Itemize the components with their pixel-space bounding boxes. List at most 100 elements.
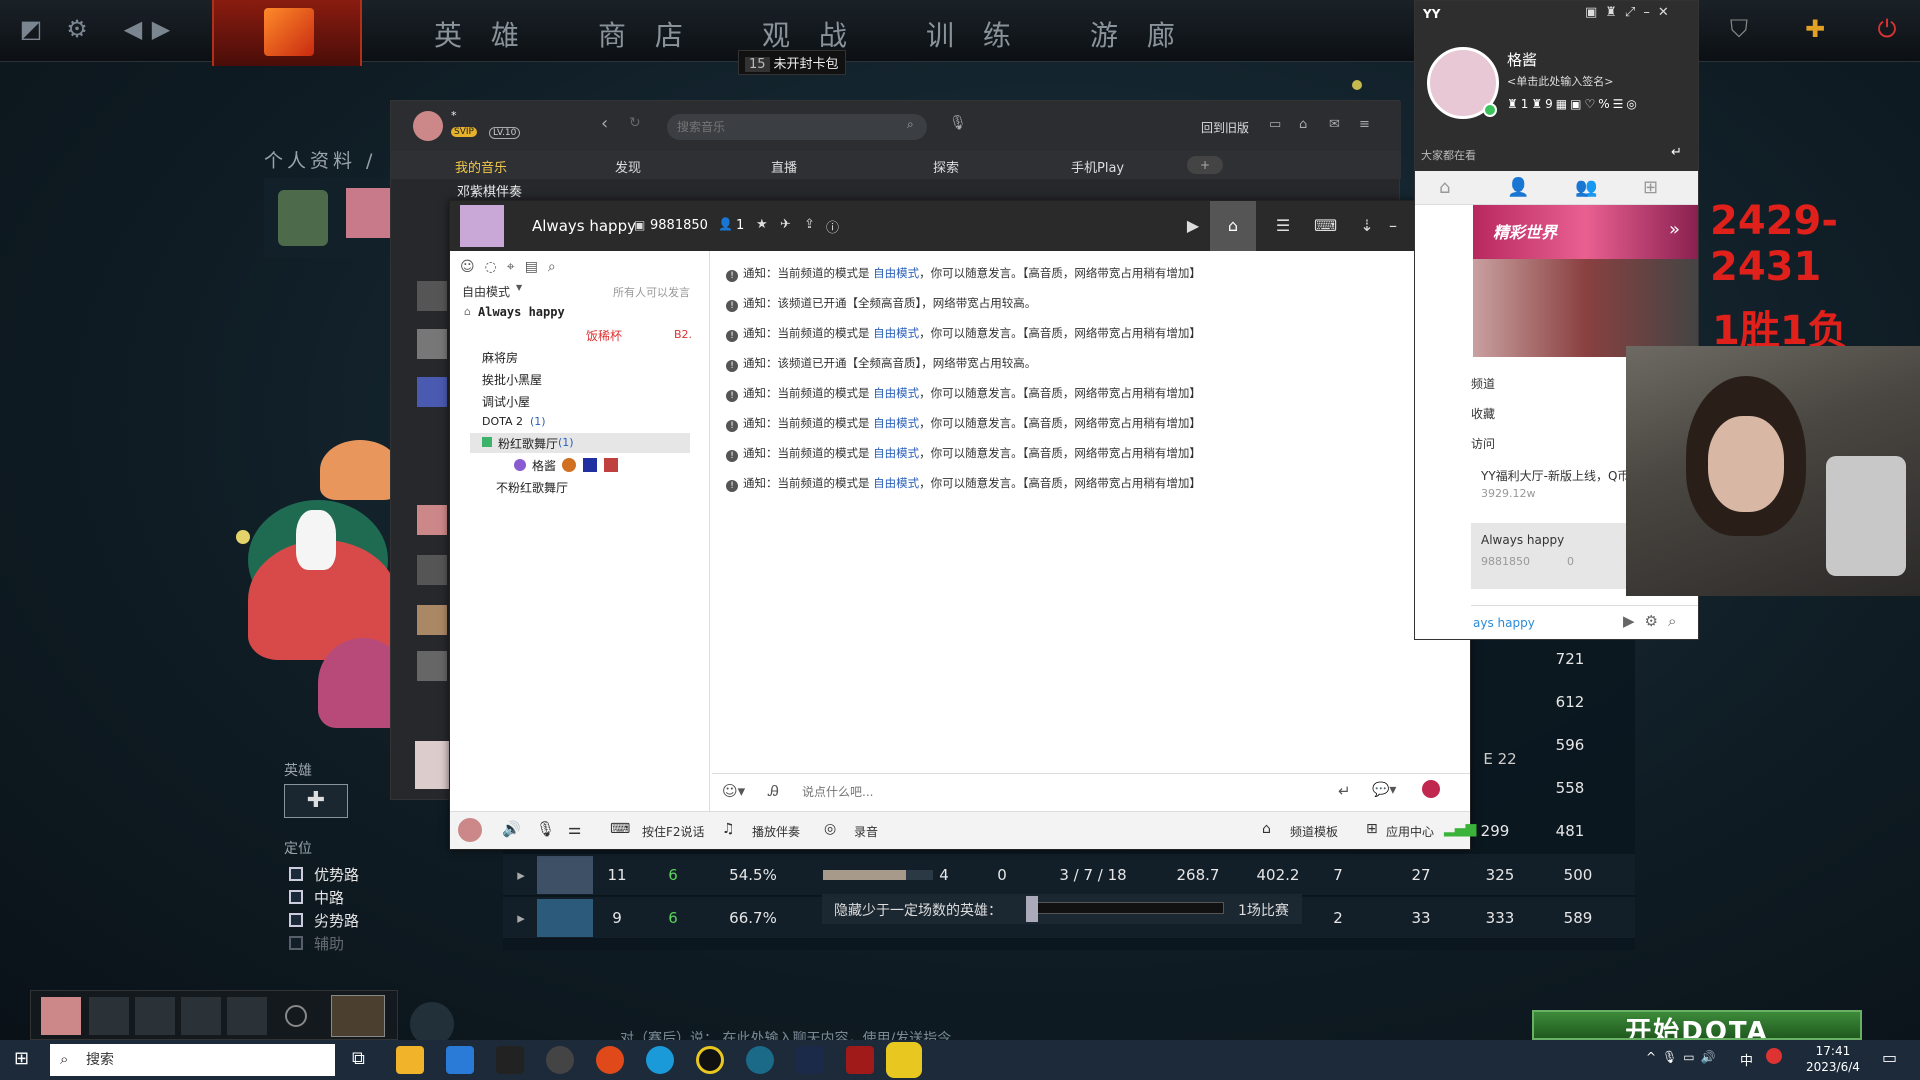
add-tab-button[interactable]: + — [1187, 156, 1223, 174]
star-icon[interactable]: ★ — [756, 217, 768, 232]
playlist-thumb[interactable] — [417, 555, 447, 585]
app-icon[interactable] — [696, 1046, 724, 1074]
tree-item[interactable]: 不粉红歌舞厅 — [496, 479, 568, 496]
music-avatar[interactable] — [413, 111, 443, 141]
party-slot[interactable] — [135, 997, 175, 1035]
play-accompaniment-button[interactable]: 播放伴奏 — [752, 823, 800, 840]
power-icon[interactable]: ⏻ — [1872, 14, 1902, 44]
return-icon[interactable]: ↵ — [1671, 145, 1682, 160]
yy-badges-row[interactable]: ♜1♜9▦▣♡%☰◎ — [1507, 97, 1640, 111]
channel-template-button[interactable]: 频道模板 — [1290, 823, 1338, 840]
notification-icon[interactable]: ▭ — [1882, 1048, 1897, 1067]
mail-icon[interactable]: ✉ — [1329, 117, 1340, 132]
refresh-icon[interactable]: ↻ — [629, 115, 641, 131]
checkbox-safe-lane[interactable] — [289, 867, 303, 881]
task-view-icon[interactable]: ⧉ — [352, 1048, 365, 1069]
tab-my-music[interactable]: 我的音乐 — [455, 157, 507, 176]
yy-taskbar-icon[interactable] — [886, 1042, 922, 1078]
info-icon[interactable]: ⓘ — [826, 217, 839, 236]
dota-taskbar-icon[interactable] — [846, 1046, 874, 1074]
taskbar-clock[interactable]: 17:41 2023/6/4 — [1806, 1043, 1860, 1075]
checkbox-mid-lane[interactable] — [289, 890, 303, 904]
start-dota-button[interactable]: 开始DOTA — [1532, 1010, 1862, 1040]
music-search-input[interactable] — [667, 114, 927, 140]
playlist-thumb[interactable] — [417, 329, 447, 359]
monitor-icon[interactable]: ▭ — [1269, 117, 1281, 132]
video-icon[interactable]: ▶ — [1182, 215, 1204, 237]
ime-indicator[interactable]: 中 — [1740, 1050, 1753, 1069]
home-icon[interactable]: ⌂ — [1210, 201, 1256, 251]
party-slot[interactable] — [89, 997, 129, 1035]
party-avatar[interactable] — [41, 997, 81, 1035]
checkbox-off-lane[interactable] — [289, 913, 303, 927]
battle-pass-icon[interactable] — [331, 995, 385, 1037]
gamepad-icon[interactable]: ⌨ — [1314, 215, 1337, 237]
plane-icon[interactable]: ✈ — [780, 217, 791, 232]
home-icon[interactable]: ⌂ — [1439, 177, 1450, 198]
tree-toolbar[interactable]: ☺◌⌖▤⌕ — [460, 259, 566, 275]
promo-banner[interactable]: 精彩世界 » — [1473, 205, 1698, 259]
nav-store[interactable]: 商 店 — [598, 14, 693, 54]
emoji-icon[interactable]: ☺▾ — [722, 782, 745, 800]
chat-bubble-icon[interactable]: 💬▾ — [1372, 782, 1396, 798]
app-icon[interactable] — [596, 1046, 624, 1074]
download-icon[interactable]: ⇣ — [1356, 215, 1378, 237]
chat-input[interactable] — [802, 780, 1302, 804]
shirt-icon[interactable]: ⌂ — [1299, 117, 1307, 132]
dota-menu-icon[interactable]: ◩ — [16, 14, 46, 44]
record-button[interactable]: 录音 — [854, 823, 878, 840]
yy-list-channel[interactable]: 频道 — [1471, 375, 1495, 392]
plus-badge-icon[interactable]: ✚ — [1800, 14, 1830, 44]
back-to-old-link[interactable]: 回到旧版 — [1201, 119, 1249, 136]
self-avatar[interactable] — [458, 818, 482, 842]
playlist-thumb[interactable] — [417, 377, 447, 407]
tab-mobile-play[interactable]: 手机Play — [1071, 157, 1124, 176]
windows-start-icon[interactable]: ⊞ — [14, 1048, 29, 1069]
tab-explore[interactable]: 探索 — [933, 157, 959, 176]
tree-root[interactable]: Always happy — [478, 305, 565, 319]
tree-user[interactable]: 格酱 — [532, 457, 556, 474]
arrow-left-icon[interactable]: ◀ — [118, 14, 148, 44]
checkbox-support[interactable] — [289, 936, 303, 950]
live-thumbnail[interactable] — [1473, 259, 1698, 357]
music-username[interactable]: * — [451, 109, 457, 122]
arrow-right-icon[interactable]: ▶ — [146, 14, 176, 44]
nav-learn[interactable]: 训 练 — [926, 14, 1021, 54]
add-hero-button[interactable]: ✚ — [284, 784, 348, 818]
tab-discover[interactable]: 发现 — [615, 157, 641, 176]
tree-item[interactable]: 挨批小黑屋 — [482, 371, 542, 388]
gear-icon[interactable]: ⚙ — [62, 14, 92, 44]
channel-avatar[interactable] — [460, 205, 504, 247]
shield-icon[interactable]: ⛉ — [1724, 14, 1754, 44]
push-to-talk-button[interactable]: 按住F2说话 — [642, 823, 705, 840]
mode-dropdown[interactable]: 自由模式 — [462, 283, 510, 300]
dota-logo[interactable] — [212, 0, 362, 66]
tree-item[interactable]: 饭稀杯 — [586, 327, 622, 344]
share-icon[interactable]: ⇪ — [804, 217, 815, 232]
expand-arrow-icon[interactable]: ▸ — [513, 866, 529, 884]
equalizer-icon[interactable]: ⚌ — [568, 820, 581, 838]
list-icon[interactable]: ☰ — [1272, 215, 1294, 237]
edge-icon[interactable] — [646, 1046, 674, 1074]
playlist-thumb[interactable] — [417, 281, 447, 311]
party-slot[interactable] — [181, 997, 221, 1035]
tree-item[interactable]: 调试小屋 — [482, 393, 530, 410]
chevron-down-icon[interactable]: ▼ — [516, 283, 522, 292]
minimize-icon[interactable]: – — [1382, 215, 1404, 237]
obs-icon[interactable] — [546, 1046, 574, 1074]
app-icon[interactable] — [496, 1046, 524, 1074]
file-explorer-icon[interactable] — [396, 1046, 424, 1074]
playlist-thumb[interactable] — [417, 605, 447, 635]
min-matches-slider[interactable] — [1028, 902, 1224, 914]
yy-nickname[interactable]: 格酱 — [1507, 49, 1537, 70]
steam-icon[interactable] — [796, 1046, 824, 1074]
taskbar-search[interactable]: 搜索 — [50, 1044, 335, 1076]
send-icon[interactable]: ↵ — [1338, 782, 1351, 800]
tray-icons[interactable]: ^🎙▭🔊 — [1646, 1050, 1722, 1064]
tree-item[interactable]: 麻将房 — [482, 349, 518, 366]
tree-item[interactable]: DOTA 2 — [482, 415, 523, 428]
chevron-right-icon[interactable]: » — [1669, 219, 1680, 240]
menu-icon[interactable]: ≡ — [1359, 117, 1370, 132]
app-icon[interactable] — [746, 1046, 774, 1074]
party-slot[interactable] — [227, 997, 267, 1035]
